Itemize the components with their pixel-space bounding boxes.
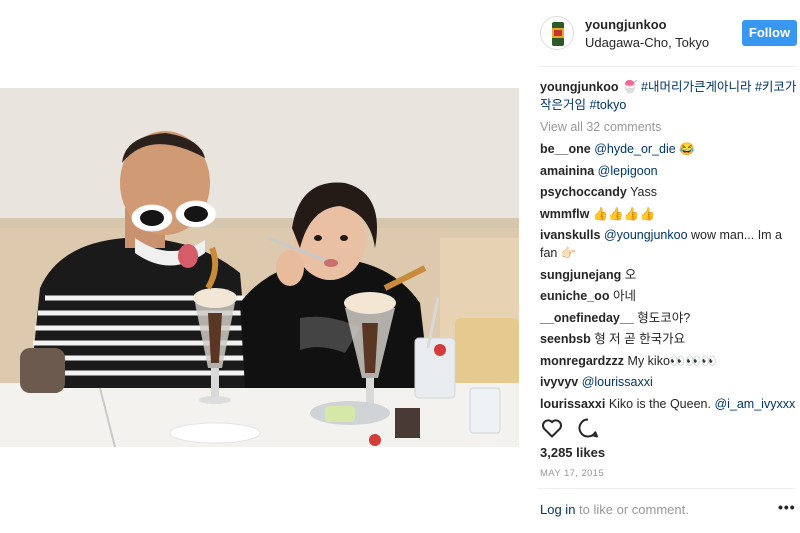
login-prompt: Log in to like or comment. <box>540 502 689 517</box>
header-username[interactable]: youngjunkoo <box>585 17 667 32</box>
header-divider <box>538 66 796 67</box>
more-options-icon[interactable]: ••• <box>778 499 796 515</box>
follow-button[interactable]: Follow <box>742 20 797 46</box>
comment-item: ivanskulls @youngjunkoo wow man... Im a … <box>540 226 800 262</box>
comment-username[interactable]: sungjunejang <box>540 268 621 282</box>
view-all-comments-link[interactable]: View all 32 comments <box>540 118 800 136</box>
caption-emoji: 🍧 <box>621 80 638 94</box>
caption-hashtag-small[interactable]: 작은거임 <box>540 98 586 112</box>
comment-username[interactable]: __onefineday__ <box>540 311 634 325</box>
comment-username[interactable]: ivyvyv <box>540 375 578 389</box>
comment-item: sungjunejang 오 <box>540 266 800 284</box>
likes-count[interactable]: 3,285 likes <box>540 445 605 460</box>
post-date[interactable]: MAY 17, 2015 <box>540 468 604 479</box>
comment-item: monregardzzz My kiko👀👀👀 <box>540 352 800 370</box>
comment-mention[interactable]: @youngjunkoo <box>604 228 688 242</box>
post-media-column <box>0 0 519 533</box>
comment-item: __onefineday__ 형도코야? <box>540 309 800 327</box>
avatar[interactable] <box>540 16 574 50</box>
header-location[interactable]: Udagawa-Cho, Tokyo <box>585 35 709 50</box>
comment-item: amainina @lepigoon <box>540 162 800 180</box>
comments-list: youngjunkoo 🍧 #내머리가큰게아니라 #키코가 작은거임 #toky… <box>540 78 800 416</box>
comment-item: lourissaxxi Kiko is the Queen. @i_am_ivy… <box>540 395 800 413</box>
comment-mention[interactable]: @lourissaxxi <box>582 375 653 389</box>
caption: youngjunkoo 🍧 #내머리가큰게아니라 #키코가 작은거임 #toky… <box>540 78 800 114</box>
comment-mention[interactable]: @hyde_or_die <box>594 142 676 156</box>
login-link[interactable]: Log in <box>540 502 575 517</box>
post-side-panel: youngjunkoo Udagawa-Cho, Tokyo Follow yo… <box>530 0 800 533</box>
comment-text: My kiko👀👀👀 <box>627 353 717 368</box>
comment-username[interactable]: seenbsb <box>540 332 591 346</box>
comment-item: psychoccandy Yass <box>540 183 800 201</box>
comment-username[interactable]: wmmflw <box>540 207 589 221</box>
comment-text: 형도코야? <box>637 310 691 325</box>
comment-username[interactable]: ivanskulls <box>540 228 600 242</box>
comment-item: be__one @hyde_or_die 😂 <box>540 140 800 158</box>
speech-bubble-icon[interactable] <box>576 416 600 440</box>
comment-username[interactable]: amainina <box>540 164 594 178</box>
post-photo[interactable] <box>0 88 519 447</box>
comment-item: wmmflw 👍👍👍👍 <box>540 205 800 223</box>
heart-outline-icon[interactable] <box>540 416 564 440</box>
comment-mention[interactable]: @i_am_ivyxxx <box>714 397 795 411</box>
footer-divider <box>538 488 796 489</box>
caption-hashtags-line1[interactable]: #내머리가큰게아니라 #키코가 <box>641 80 796 94</box>
comment-mention[interactable]: @lepigoon <box>598 164 658 178</box>
comment-text: 오 <box>624 267 637 282</box>
caption-hashtag-tokyo[interactable]: #tokyo <box>590 98 627 112</box>
comment-item: euniche_oo 아네 <box>540 287 800 305</box>
comment-text: Yass <box>630 185 657 199</box>
post-actions <box>540 416 800 440</box>
comment-text: 👍👍👍👍 <box>592 206 656 221</box>
comment-username[interactable]: psychoccandy <box>540 185 627 199</box>
login-prompt-text: to like or comment. <box>575 502 689 517</box>
comment-username[interactable]: monregardzzz <box>540 354 624 368</box>
comment-item: seenbsb 형 저 곧 한국가요 <box>540 330 800 348</box>
avatar-image <box>541 17 573 49</box>
comment-username[interactable]: be__one <box>540 142 591 156</box>
comment-text: 😂 <box>675 142 695 156</box>
caption-username[interactable]: youngjunkoo <box>540 80 618 94</box>
comment-username[interactable]: euniche_oo <box>540 289 609 303</box>
photo-illustration <box>0 88 519 447</box>
post-header: youngjunkoo Udagawa-Cho, Tokyo Follow <box>530 0 800 66</box>
comment-text: Kiko is the Queen. <box>608 396 715 411</box>
comment-username[interactable]: lourissaxxi <box>540 397 605 411</box>
comment-text: 형 저 곧 한국가요 <box>594 332 686 346</box>
comment-item: ivyvyv @lourissaxxi <box>540 373 800 391</box>
comment-text: 아네 <box>612 289 636 303</box>
